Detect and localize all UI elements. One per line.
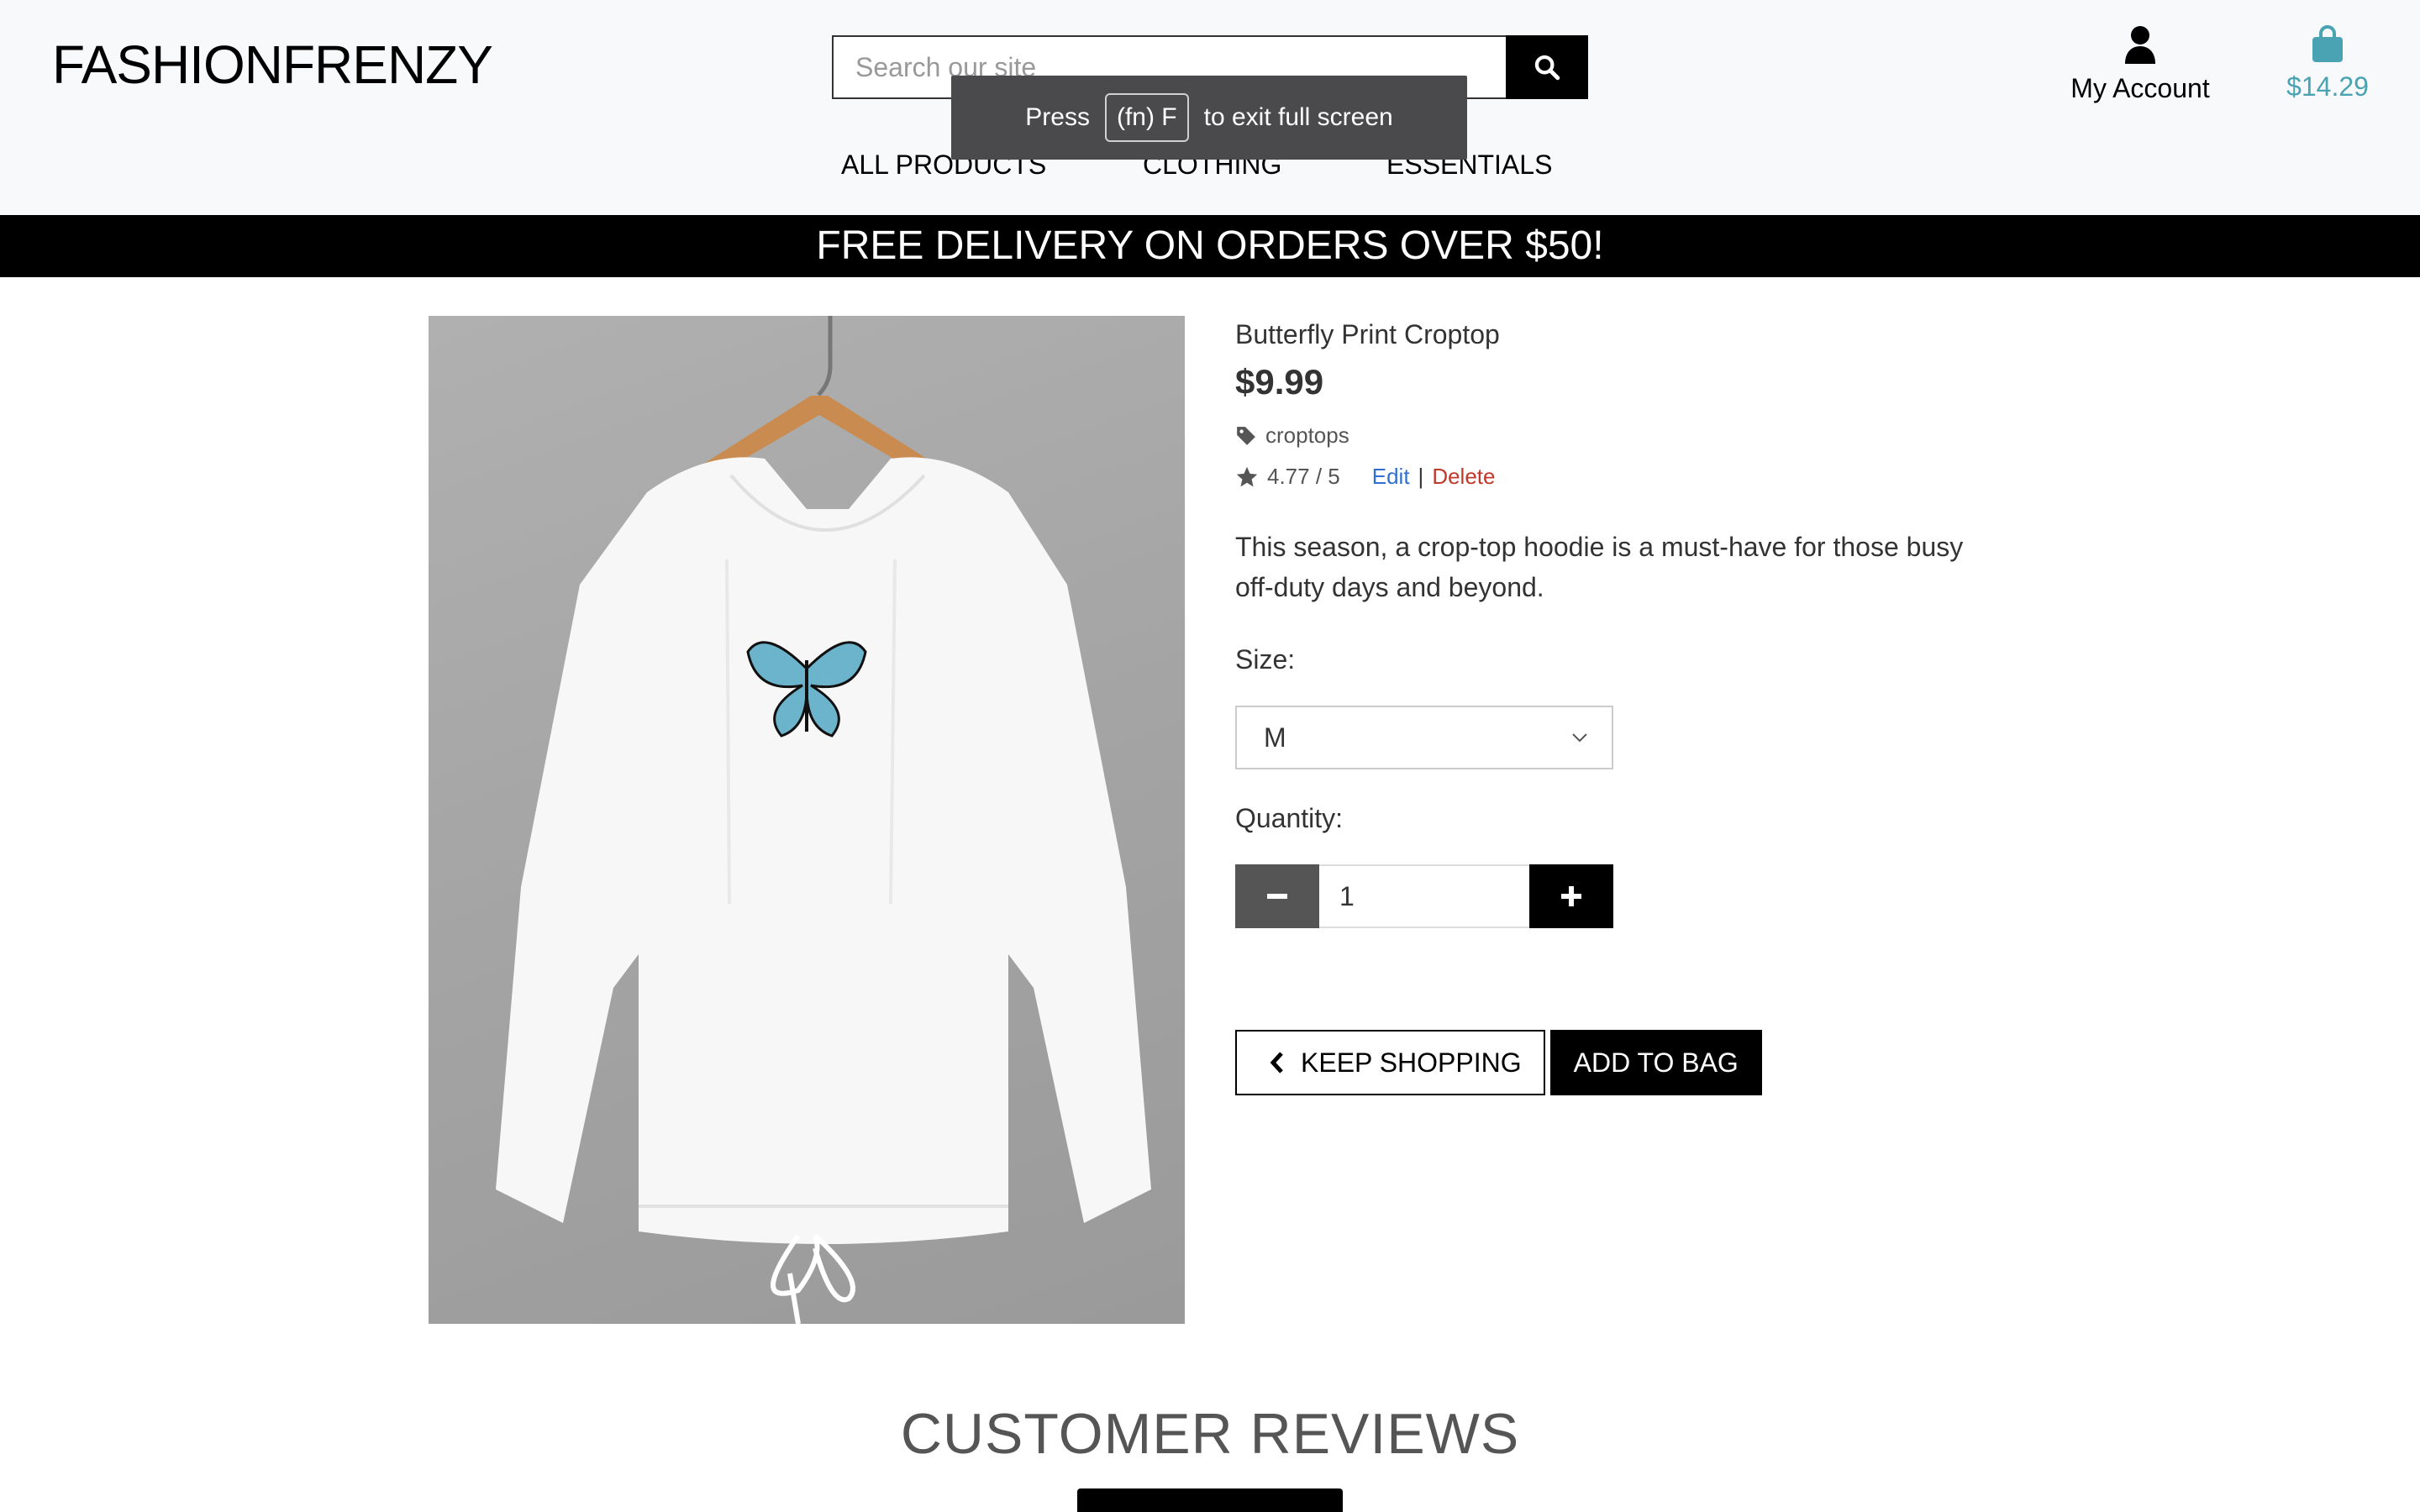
site-logo[interactable]: FASHIONFRENZY [52, 34, 493, 96]
minus-icon [1267, 894, 1287, 899]
size-select[interactable]: M [1235, 706, 1613, 769]
product-price: $9.99 [1235, 362, 1324, 402]
fullscreen-tooltip: Press (fn) F to exit full screen [951, 76, 1467, 160]
fullscreen-tip-prefix: Press [1025, 103, 1090, 131]
size-label: Size: [1235, 644, 1296, 675]
quantity-input[interactable]: 1 [1319, 864, 1529, 928]
product-name: Butterfly Print Croptop [1235, 319, 1500, 349]
product-category: croptops [1235, 423, 1991, 449]
increment-button[interactable] [1529, 864, 1613, 928]
user-icon [2125, 26, 2155, 64]
category-link[interactable]: croptops [1265, 423, 1349, 449]
bag-total: $14.29 [2286, 71, 2369, 102]
fullscreen-tip-key: (fn) F [1104, 93, 1189, 142]
delivery-banner: FREE DELIVERY ON ORDERS OVER $50! [0, 215, 2420, 277]
customer-reviews-heading: CUSTOMER REVIEWS [900, 1402, 1520, 1466]
hoodie-illustration [496, 316, 1151, 1324]
star-icon [1236, 466, 1258, 486]
plus-icon [1561, 886, 1581, 906]
chevron-down-icon [1572, 733, 1587, 743]
write-review-button[interactable] [1077, 1488, 1343, 1512]
my-account-label: My Account [2070, 73, 2210, 103]
shopping-bag-icon [2312, 25, 2343, 62]
keep-shopping-button[interactable]: KEEP SHOPPING [1235, 1030, 1545, 1095]
keep-shopping-label: KEEP SHOPPING [1301, 1047, 1522, 1078]
size-selected-value: M [1264, 722, 1286, 753]
product-rating: 4.77 / 5 Edit | Delete [1235, 464, 1991, 490]
add-to-bag-button[interactable]: ADD TO BAG [1549, 1030, 1762, 1095]
search-icon [1534, 55, 1560, 81]
product-image [429, 316, 1185, 1324]
edit-product-link[interactable]: Edit [1372, 464, 1410, 490]
my-account-link[interactable]: My Account [2069, 25, 2212, 104]
delete-product-link[interactable]: Delete [1432, 464, 1495, 490]
fullscreen-tip-suffix: to exit full screen [1203, 103, 1393, 131]
quantity-stepper: 1 [1235, 864, 1613, 928]
product-actions: KEEP SHOPPING ADD TO BAG [1235, 1030, 1762, 1095]
rating-value: 4.77 / 5 [1267, 464, 1340, 489]
quantity-label: Quantity: [1235, 803, 1344, 833]
shopping-bag-link[interactable]: $14.29 [2269, 25, 2386, 102]
decrement-button[interactable] [1235, 864, 1319, 928]
search-button[interactable] [1506, 35, 1588, 99]
product-details: Butterfly Print Croptop $9.99 croptops 4… [1235, 319, 1991, 928]
product-description: This season, a crop-top hoodie is a must… [1235, 532, 1964, 602]
chevron-left-icon [1270, 1052, 1283, 1074]
link-separator: | [1418, 464, 1424, 489]
tag-icon [1237, 426, 1255, 445]
